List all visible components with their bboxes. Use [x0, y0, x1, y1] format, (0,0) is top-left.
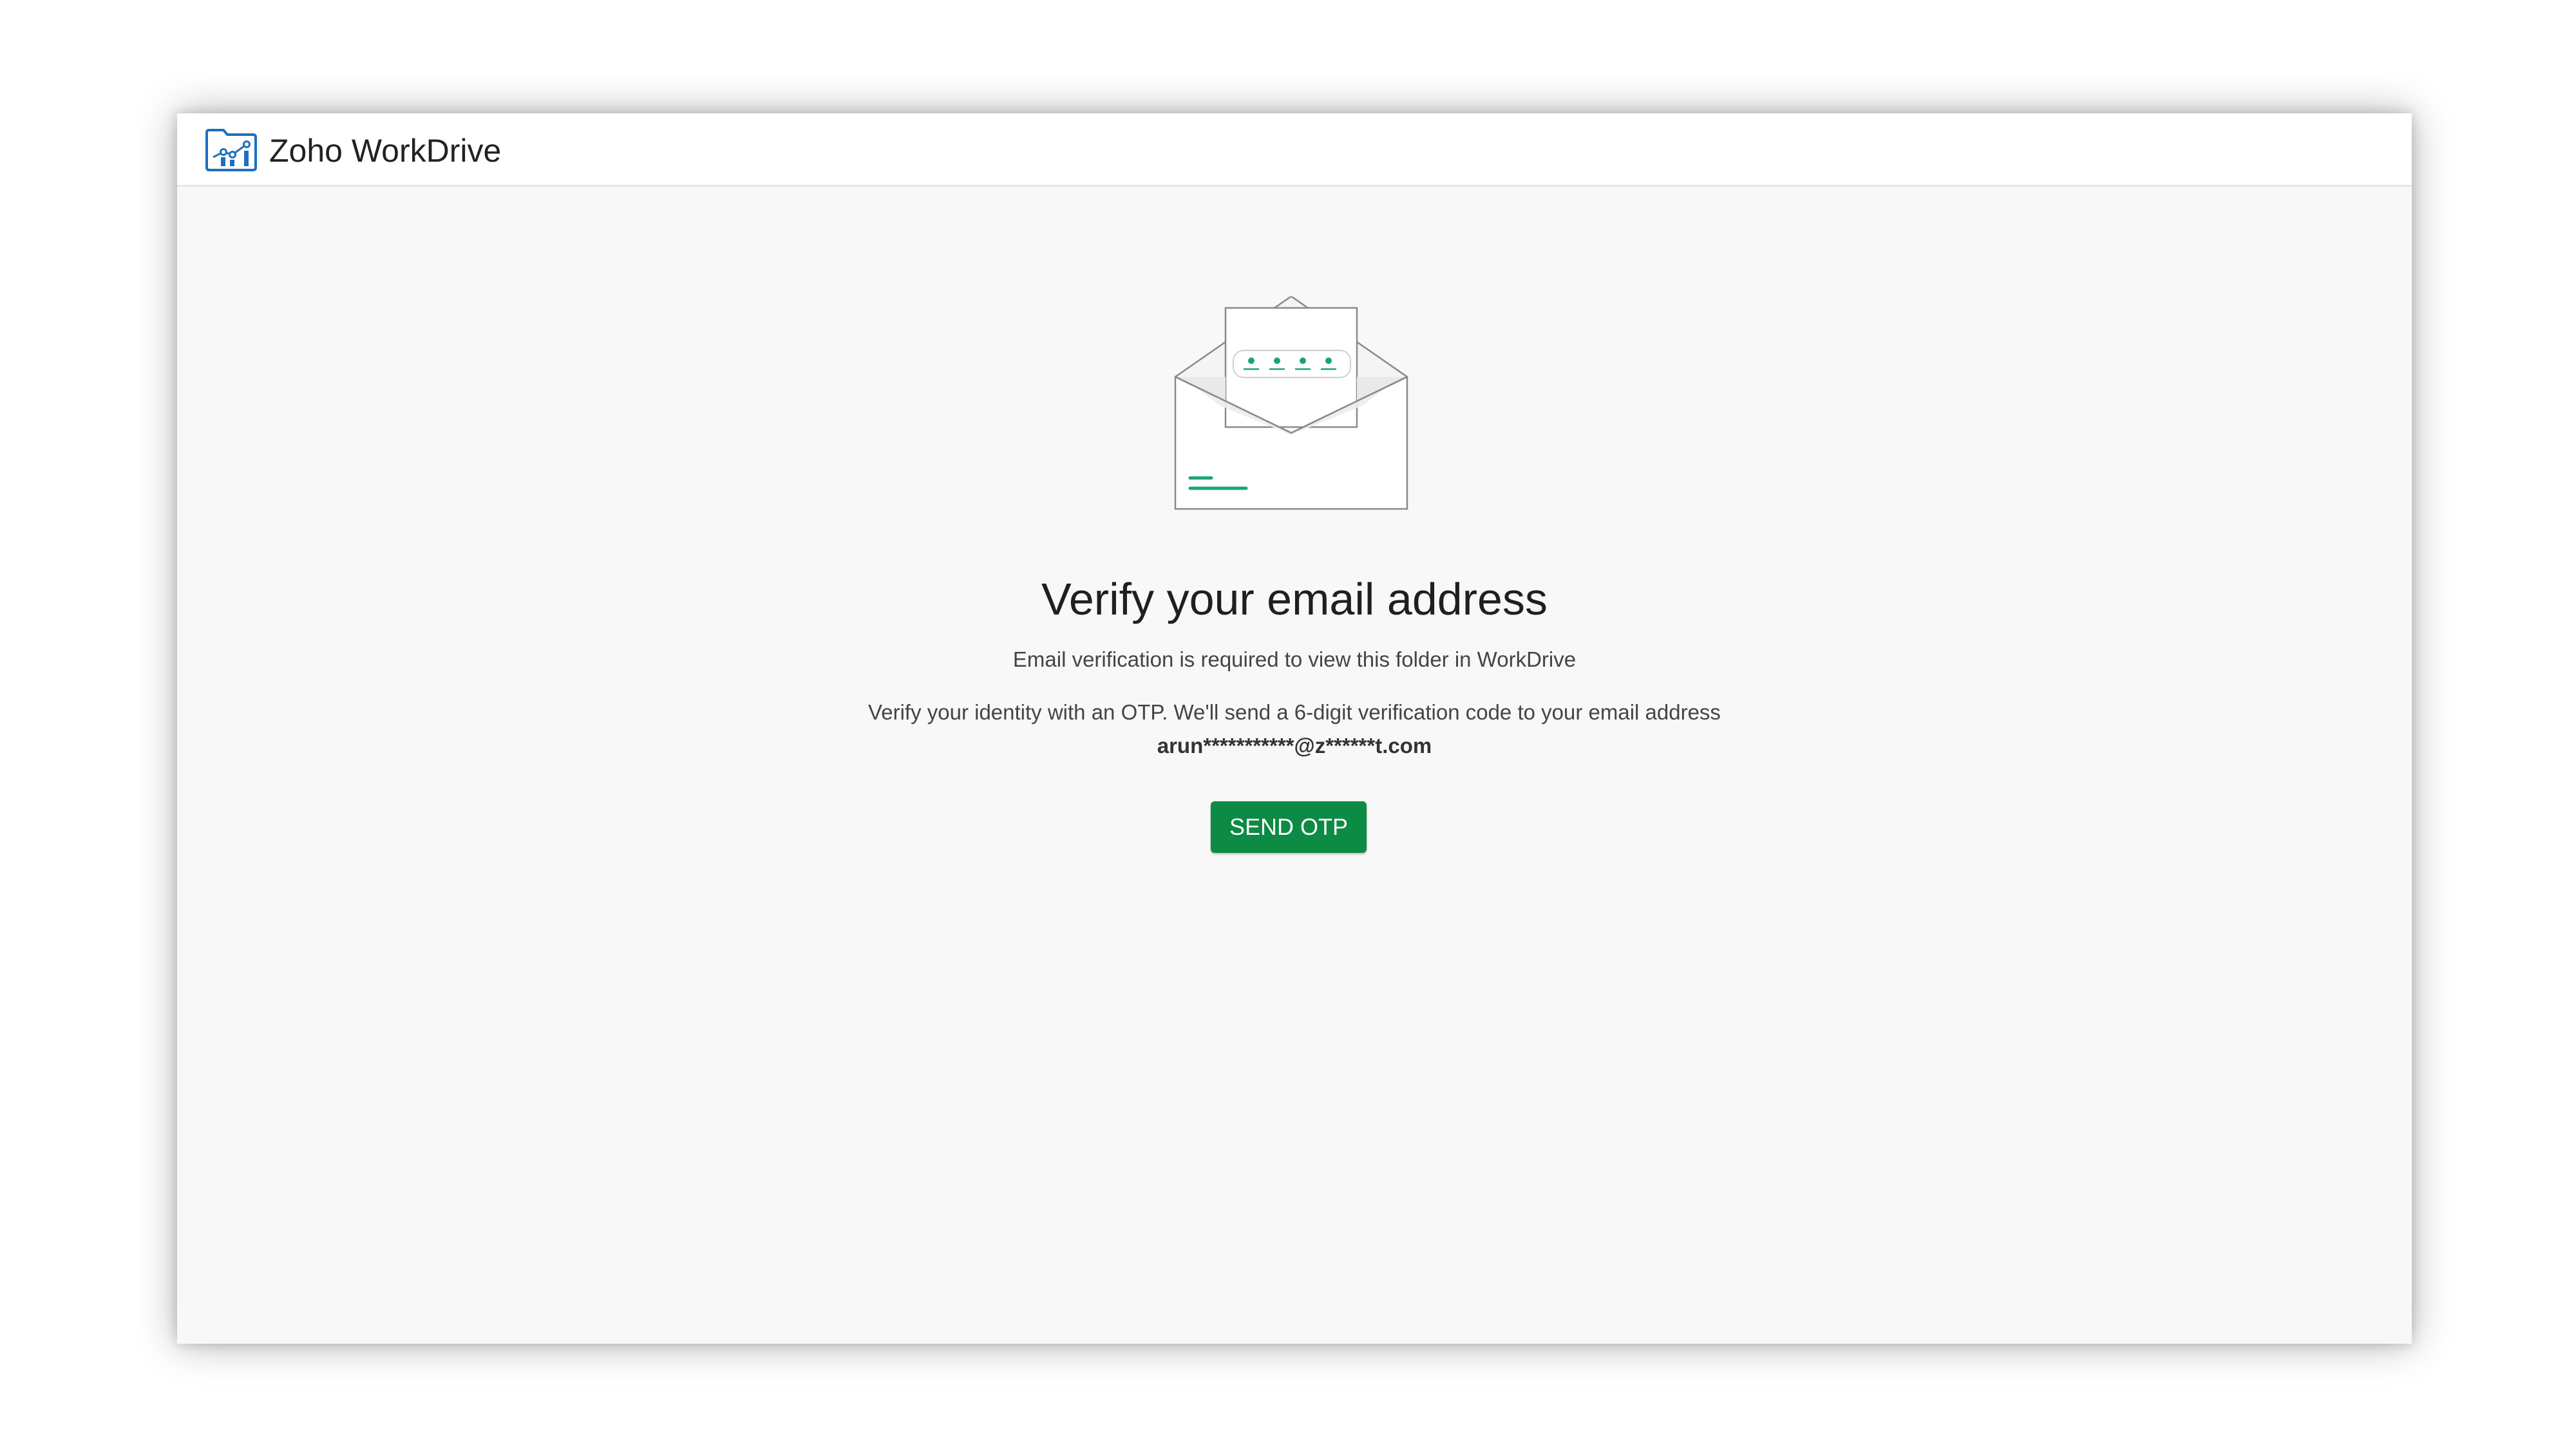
app-window: Zoho WorkDrive Verify your email address…	[177, 113, 2412, 1344]
workdrive-folder-icon	[205, 129, 257, 171]
otp-info-text: Verify your identity with an OTP. We'll …	[868, 700, 1721, 724]
brand-name[interactable]: Zoho WorkDrive	[269, 131, 501, 170]
open-envelope-otp-icon	[1174, 296, 1408, 510]
page-title: Verify your email address	[1041, 574, 1548, 624]
top-bar: Zoho WorkDrive	[177, 113, 2412, 187]
masked-email-address: arun***********@z******t.com	[1157, 734, 1432, 758]
verification-required-text: Email verification is required to view t…	[1012, 647, 1577, 671]
send-otp-button[interactable]: SEND OTP	[1211, 801, 1367, 853]
